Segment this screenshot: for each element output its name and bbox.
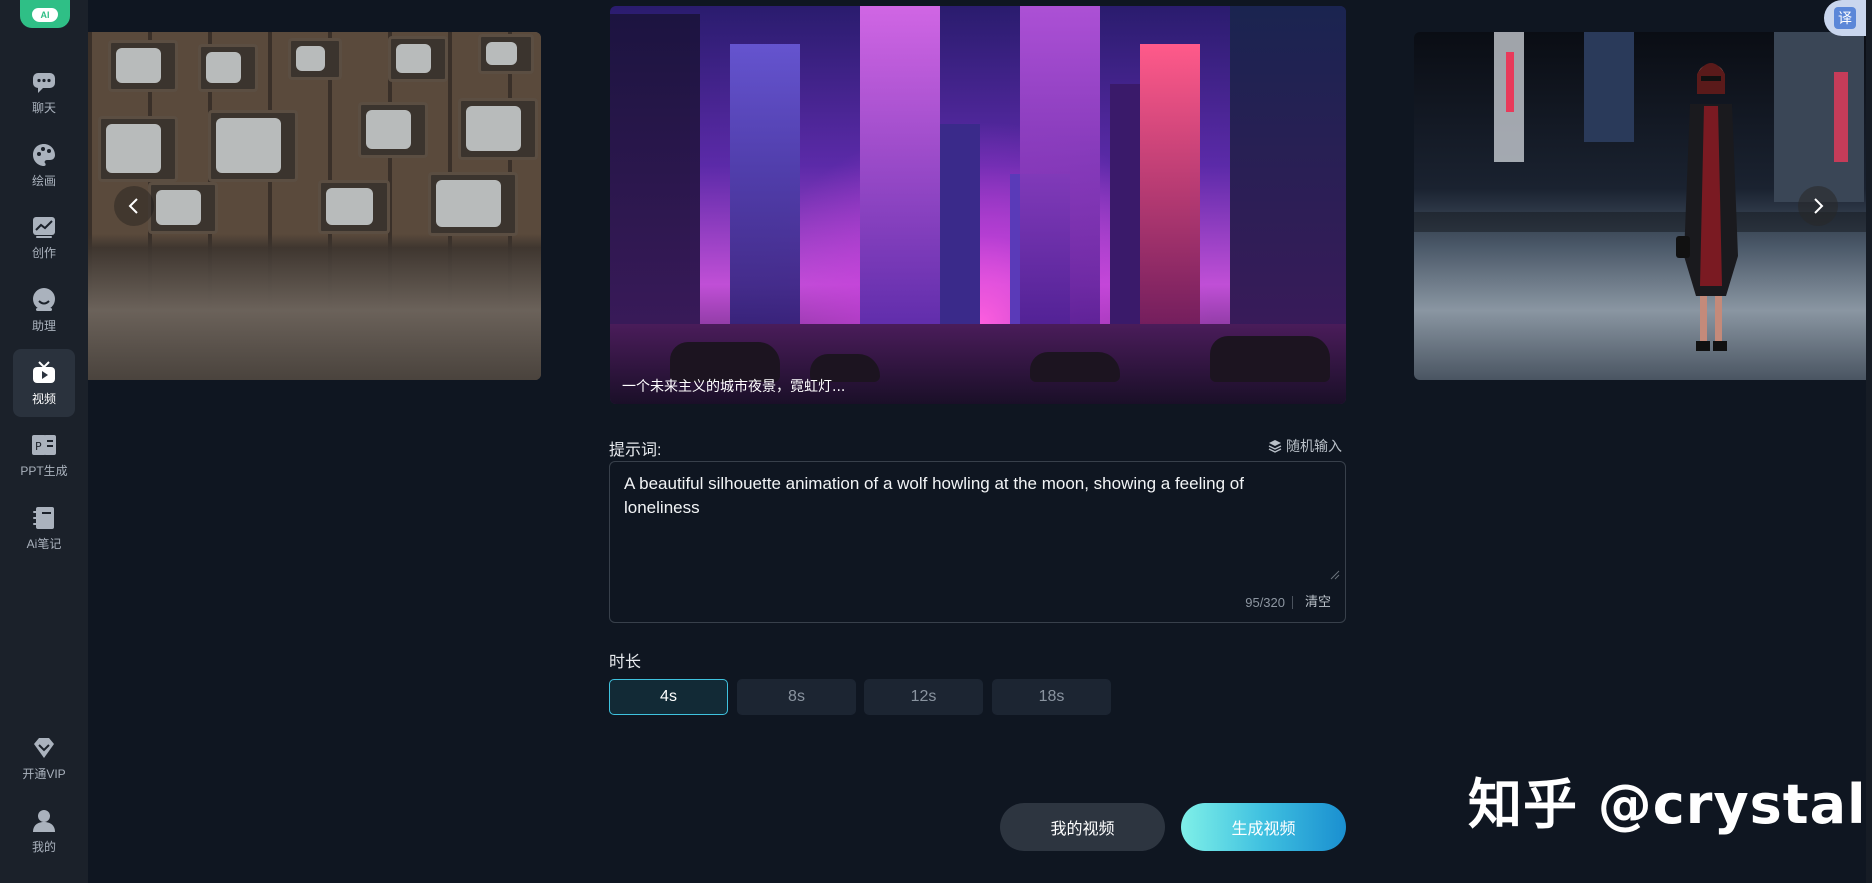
sidebar-item-label: 聊天	[31, 101, 56, 115]
sidebar-item-me[interactable]: 我的	[13, 797, 75, 865]
sidebar-item-label: Ai笔记	[26, 537, 62, 551]
carousel-prev-button[interactable]	[114, 186, 154, 226]
prompt-label: 提示词:	[609, 442, 662, 459]
duration-label: 时长	[609, 654, 642, 671]
sidebar-item-create[interactable]: 创作	[13, 203, 75, 271]
carousel-slide-next[interactable]	[1414, 32, 1872, 380]
chart-icon	[33, 217, 55, 238]
divider	[1292, 596, 1293, 609]
svg-text:P: P	[35, 440, 42, 453]
notebook-icon	[33, 507, 54, 529]
chevron-left-icon	[128, 198, 138, 214]
translate-icon: 译	[1834, 7, 1856, 29]
prompt-input[interactable]	[624, 472, 1324, 582]
sidebar-item-label: 助理	[31, 319, 56, 333]
assistant-icon	[33, 288, 55, 311]
scrollbar[interactable]	[1866, 0, 1872, 883]
clear-button[interactable]: 清空	[1305, 591, 1331, 610]
user-icon	[33, 810, 55, 832]
duration-option-12s[interactable]: 12s	[864, 679, 983, 715]
sidebar-item-label: 创作	[31, 246, 56, 260]
random-input-button[interactable]: 随机输入	[1268, 436, 1342, 456]
watermark: 知乎 @crystal	[1468, 773, 1867, 836]
resize-grip-icon[interactable]	[1330, 570, 1340, 580]
sidebar-item-label: 视频	[31, 392, 56, 406]
ppt-icon: P	[32, 435, 56, 455]
slide-caption: 一个未来主义的城市夜景，霓虹灯...	[622, 379, 846, 395]
carousel-slide-current[interactable]: 一个未来主义的城市夜景，霓虹灯...	[610, 6, 1346, 404]
sidebar-item-painting[interactable]: 绘画	[13, 131, 75, 199]
random-input-label: 随机输入	[1286, 438, 1342, 454]
neon-city-image	[610, 6, 1346, 404]
layers-icon	[1268, 440, 1282, 453]
diamond-icon	[34, 738, 54, 758]
carousel-slide-previous[interactable]	[88, 32, 541, 380]
sidebar-item-chat[interactable]: 聊天	[13, 58, 75, 126]
logo-text: AI	[32, 8, 58, 22]
chat-icon	[33, 73, 55, 93]
sidebar-item-label: 开通VIP	[22, 767, 66, 781]
duration-option-4s[interactable]: 4s	[609, 679, 728, 715]
carousel-next-button[interactable]	[1798, 186, 1838, 226]
sidebar-item-notes[interactable]: Ai笔记	[13, 494, 75, 562]
prompt-box: 95/320 清空	[609, 461, 1346, 623]
tv-icon	[33, 361, 55, 383]
tv-wall-image	[88, 32, 541, 380]
char-count: 95/320	[1245, 595, 1285, 610]
duration-option-8s[interactable]: 8s	[737, 679, 856, 715]
sidebar-item-label: PPT生成	[20, 464, 68, 478]
palette-icon	[33, 144, 55, 166]
generate-video-button[interactable]: 生成视频	[1181, 803, 1346, 851]
sidebar-item-label: 我的	[31, 840, 56, 854]
duration-option-18s[interactable]: 18s	[992, 679, 1111, 715]
sidebar-item-vip[interactable]: 开通VIP	[13, 724, 75, 792]
sidebar-item-assistant[interactable]: 助理	[13, 276, 75, 344]
chevron-right-icon	[1814, 198, 1824, 214]
woman-figure	[1676, 63, 1738, 351]
translate-button[interactable]: 译	[1824, 0, 1872, 36]
app-logo[interactable]: AI	[20, 0, 70, 28]
sidebar: AI 聊天 绘画 创作 助理 视频 P PPT生成 Ai笔记 开通VIP 我的	[0, 0, 88, 883]
my-videos-button[interactable]: 我的视频	[1000, 803, 1165, 851]
sidebar-item-label: 绘画	[31, 174, 56, 188]
sidebar-item-video[interactable]: 视频	[13, 349, 75, 417]
sidebar-item-ppt[interactable]: P PPT生成	[13, 421, 75, 489]
